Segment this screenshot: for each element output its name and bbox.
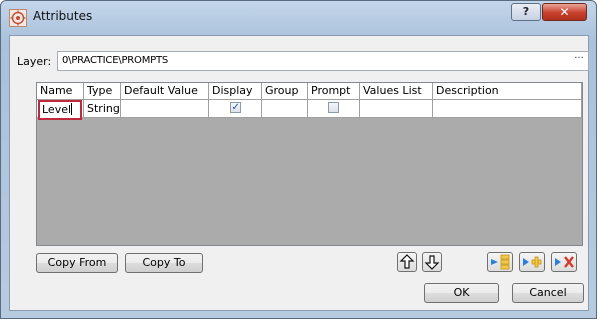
attributes-app-icon [9,9,27,27]
move-down-button[interactable] [422,252,442,272]
layer-field[interactable]: 0\PRACTICE\PROMPTS ··· [57,51,589,71]
cancel-button[interactable]: Cancel [512,283,584,303]
copy-from-button[interactable]: Copy From [36,253,118,273]
cell-prompt[interactable] [308,100,360,118]
window-title: Attributes [33,9,93,23]
prompt-checkbox[interactable] [328,102,339,113]
column-header-description[interactable]: Description [433,83,582,100]
cell-description[interactable] [433,100,582,118]
column-header-group[interactable]: Group [262,83,308,100]
column-header-name[interactable]: Name [37,83,84,100]
insert-row-icon [491,254,510,270]
add-row-icon [523,256,542,268]
add-row-button[interactable] [519,252,545,272]
column-header-values-list[interactable]: Values List [360,83,433,100]
attributes-grid[interactable]: Name Type Default Value Display Group Pr… [36,82,583,246]
move-up-button[interactable] [397,252,417,272]
column-header-display[interactable]: Display [209,83,262,100]
grid-header-row: Name Type Default Value Display Group Pr… [37,83,582,100]
help-button[interactable]: ? [511,3,541,21]
copy-to-button[interactable]: Copy To [125,253,203,273]
text-caret [71,103,73,115]
title-bar[interactable]: Attributes ? ✕ [1,1,596,35]
ok-button[interactable]: OK [424,283,499,303]
layer-label: Layer: [17,55,52,68]
close-button[interactable]: ✕ [542,3,587,21]
table-row[interactable]: String [37,100,582,118]
move-up-icon [399,254,415,269]
layer-value: 0\PRACTICE\PROMPTS [62,55,169,66]
column-header-type[interactable]: Type [84,83,121,100]
cell-type[interactable]: String [84,100,121,118]
column-header-prompt[interactable]: Prompt [308,83,360,100]
move-down-icon [424,255,440,270]
name-edit-field[interactable]: Level [38,100,82,120]
cell-default-value[interactable] [121,100,209,118]
column-header-default-value[interactable]: Default Value [121,83,209,100]
delete-row-icon [555,256,574,268]
cell-values-list[interactable] [360,100,433,118]
attributes-dialog: Attributes ? ✕ Layer: 0\PRACTICE\PROMPTS… [0,0,597,319]
display-checkbox[interactable] [229,100,241,115]
delete-row-button[interactable] [551,252,577,272]
name-edit-value: Level [42,103,72,116]
browse-layer-button[interactable]: ··· [571,53,587,69]
cell-group[interactable] [262,100,308,118]
insert-row-button[interactable] [487,252,513,272]
cell-display[interactable] [209,100,262,118]
